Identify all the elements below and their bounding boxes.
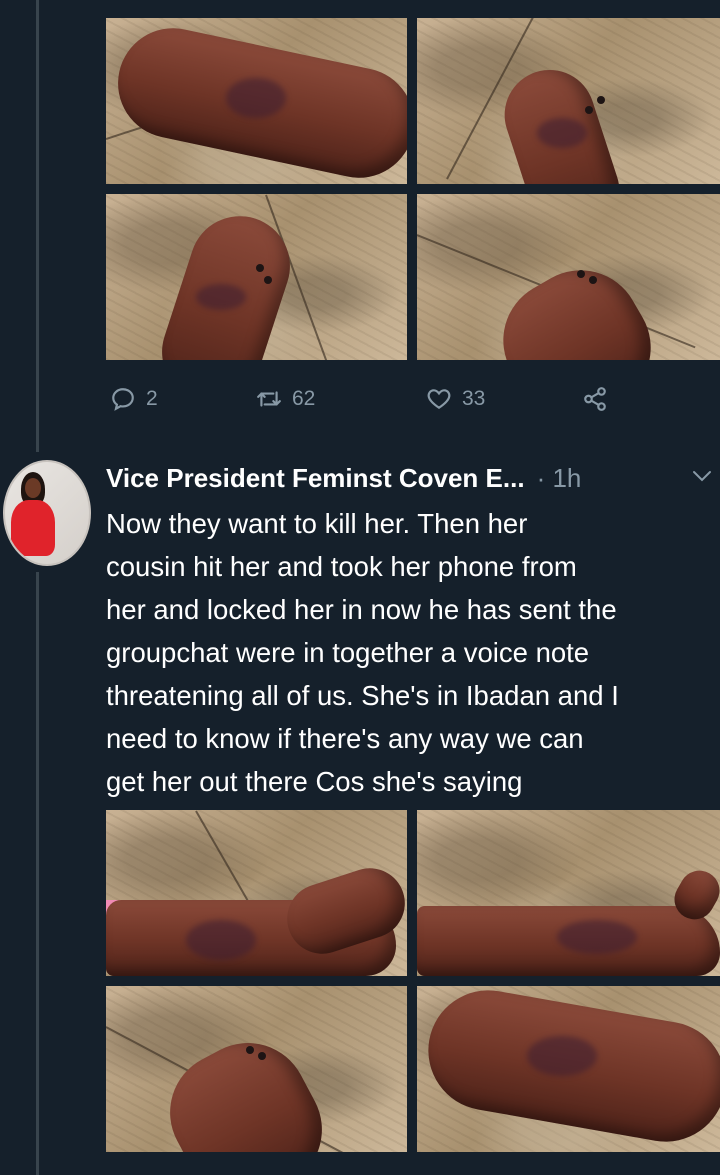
- share-icon: [584, 387, 606, 411]
- chevron-down-icon[interactable]: [690, 464, 714, 488]
- tweet-photo-leg-bruise[interactable]: [417, 18, 720, 184]
- tweet-media-grid[interactable]: [106, 810, 720, 1152]
- tweet-photo-bruised-wrist[interactable]: [106, 18, 407, 184]
- tweet-timestamp[interactable]: 1h: [552, 463, 581, 493]
- tweet-photo-arm-bruise[interactable]: [417, 810, 720, 976]
- share-button[interactable]: [582, 386, 608, 412]
- tweet-text-line: cousin hit her and took her phone from: [106, 551, 577, 582]
- like-button[interactable]: 33: [426, 386, 485, 412]
- tweet-body-text: Now they want to kill her. Then her cous…: [106, 502, 718, 803]
- tweet-text-line: threatening all of us. She's in Ibadan a…: [106, 680, 619, 711]
- thread-connector-line: [36, 572, 39, 1175]
- thread-connector-line: [36, 0, 39, 452]
- tweet-action-bar: 2 62 33: [106, 386, 626, 422]
- tweet-media-grid[interactable]: [106, 18, 720, 360]
- reply-button[interactable]: 2: [110, 386, 158, 412]
- meta-separator: ·: [536, 462, 546, 493]
- tweet-text-line: her and locked her in now he has sent th…: [106, 594, 617, 625]
- tweet-text-line: Now they want to kill her. Then her: [106, 508, 528, 539]
- retweet-icon: [257, 391, 281, 407]
- reply-icon: [112, 388, 134, 411]
- tweet-photo-bruised-wrist[interactable]: [417, 986, 720, 1152]
- reply-count: 2: [146, 387, 158, 410]
- tweet-photo-foot-bruise[interactable]: [106, 986, 407, 1152]
- tweet-photo-ankle-bruise[interactable]: [106, 194, 407, 360]
- like-count: 33: [462, 387, 486, 410]
- avatar[interactable]: [3, 460, 91, 566]
- tweet-text-line: groupchat were in together a voice note: [106, 637, 590, 668]
- tweet-photo-knee-bruise[interactable]: [106, 810, 407, 976]
- tweet-header: Vice President Feminst Coven E... · 1h: [106, 458, 716, 498]
- heart-icon: [427, 389, 451, 409]
- tweet-text-line: need to know if there's any way we can: [106, 723, 584, 754]
- tweet-meta: · 1h: [537, 463, 582, 494]
- retweet-count: 62: [292, 387, 316, 410]
- tweet-photo-foot-bruise[interactable]: [417, 194, 720, 360]
- author-display-name[interactable]: Vice President Feminst Coven E...: [106, 463, 525, 494]
- retweet-button[interactable]: 62: [256, 386, 315, 412]
- tweet-text-line: get her out there Cos she's saying: [106, 766, 523, 797]
